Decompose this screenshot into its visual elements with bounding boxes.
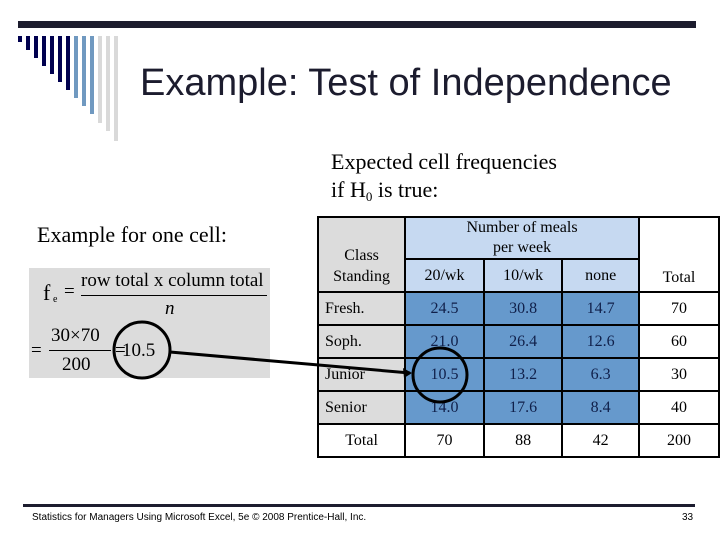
footer-copyright: Statistics for Managers Using Microsoft … [32, 512, 367, 523]
callout-arrow-line [169, 350, 411, 375]
table-cell-circle [411, 346, 469, 404]
page-number: 33 [682, 512, 694, 523]
footer-rule [23, 504, 695, 507]
formula-result-circle [112, 320, 172, 380]
callout-overlay [112, 320, 469, 404]
callout-arrowhead [403, 368, 412, 378]
